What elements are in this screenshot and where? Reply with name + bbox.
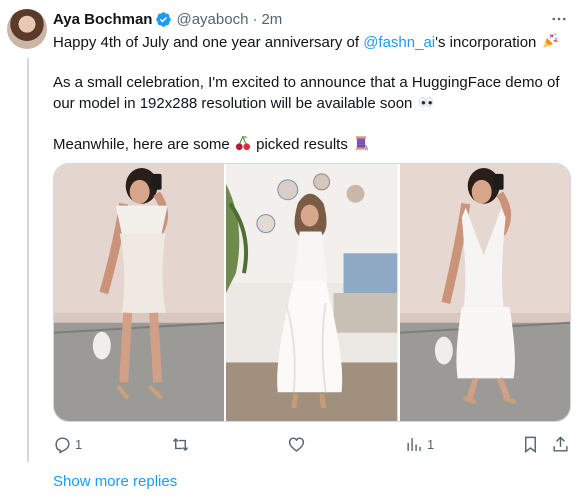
- like-button[interactable]: [287, 432, 309, 456]
- cherries-icon: [235, 136, 251, 151]
- post-line1-suffix: 's incorporation: [435, 34, 537, 51]
- verified-badge-icon: [156, 11, 172, 27]
- more-options-icon[interactable]: [550, 10, 568, 28]
- views-button[interactable]: 1: [405, 432, 434, 456]
- bookmark-icon: [525, 436, 536, 453]
- mention-link[interactable]: @fashn_ai: [363, 34, 435, 51]
- author-handle[interactable]: @ayaboch: [176, 11, 248, 28]
- action-bar: 1 1: [53, 432, 571, 456]
- share-button[interactable]: [551, 432, 570, 456]
- views-count: 1: [427, 436, 435, 452]
- reply-button[interactable]: 1: [53, 432, 82, 456]
- repost-button[interactable]: [171, 432, 193, 456]
- result-photo-1[interactable]: [54, 164, 225, 421]
- post-header: Aya Bochman @ayaboch · 2m: [53, 9, 282, 29]
- post-paragraph-3-suffix: picked results: [256, 136, 348, 153]
- show-more-replies-link[interactable]: Show more replies: [53, 473, 177, 490]
- avatar[interactable]: [7, 9, 47, 49]
- views-chart-icon: [407, 437, 421, 451]
- eyes-icon: [418, 97, 433, 107]
- thread-spool-icon: [355, 136, 368, 151]
- post-time[interactable]: 2m: [261, 11, 282, 28]
- post-text: Happy 4th of July and one year anniversa…: [53, 32, 573, 155]
- share-icon: [553, 435, 568, 452]
- bookmark-button[interactable]: [521, 432, 540, 456]
- post-paragraph-2: As a small celebration, I'm excited to a…: [53, 74, 560, 112]
- thread-line: [27, 58, 29, 462]
- repost-icon: [172, 437, 189, 451]
- post-paragraph-3-prefix: Meanwhile, here are some: [53, 136, 230, 153]
- separator-dot: ·: [252, 10, 258, 28]
- author-name[interactable]: Aya Bochman: [53, 11, 152, 28]
- result-photo-3[interactable]: [399, 164, 570, 421]
- result-photo-2[interactable]: [226, 164, 398, 421]
- party-popper-icon: [542, 33, 558, 48]
- heart-icon: [288, 436, 305, 452]
- reply-icon: [55, 436, 70, 454]
- media-grid: [53, 163, 571, 422]
- reply-count: 1: [75, 436, 83, 452]
- post-line1-prefix: Happy 4th of July and one year anniversa…: [53, 34, 364, 51]
